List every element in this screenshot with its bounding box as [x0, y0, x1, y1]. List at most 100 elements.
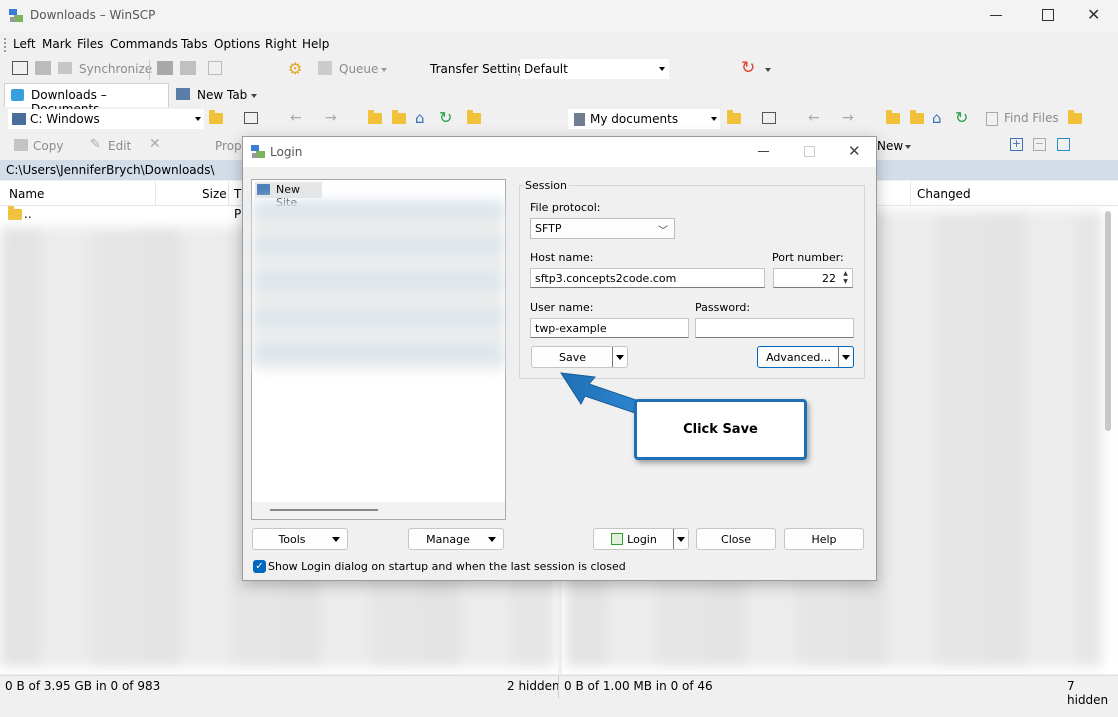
user-name-input[interactable]: twp-example [530, 318, 689, 338]
col-size-header[interactable]: Size [202, 187, 227, 201]
login-dialog: Login ✕ New Site Session File protocol: … [242, 136, 877, 581]
login-dropdown-icon[interactable] [673, 529, 688, 549]
filter-icon[interactable] [244, 112, 258, 124]
site-new-site[interactable]: New Site [255, 182, 322, 209]
refresh-remote-icon[interactable] [208, 61, 222, 75]
manage-button[interactable]: Manage [408, 528, 504, 550]
root-dir-icon[interactable] [910, 110, 924, 124]
callout-box: Click Save [634, 399, 807, 460]
site-tree[interactable]: New Site [251, 179, 506, 520]
maximize-icon[interactable] [1042, 9, 1054, 21]
refresh-icon[interactable]: ↻ [439, 108, 452, 127]
open-folder-icon[interactable] [209, 110, 223, 124]
expand-icon[interactable]: + [1010, 138, 1023, 151]
edit-icon[interactable]: ✎ [90, 137, 101, 152]
root-dir-icon[interactable] [392, 110, 406, 124]
bookmark-icon[interactable] [1068, 110, 1082, 124]
parent-dir-icon[interactable] [886, 110, 900, 124]
transfer-sync-icon[interactable]: ↻ [741, 58, 755, 78]
user-name-label: User name: [530, 301, 594, 314]
chevron-down-icon [711, 117, 717, 121]
delete-icon[interactable]: ✕ [149, 136, 161, 152]
preferences-gear-icon[interactable]: ⚙ [288, 59, 302, 78]
putty-icon[interactable] [180, 61, 196, 75]
left-hidden-count[interactable]: 2 hidden [507, 679, 560, 693]
queue-icon[interactable] [318, 61, 332, 75]
bookmark-icon[interactable] [467, 110, 481, 124]
new-dropdown-icon[interactable] [905, 145, 911, 149]
menu-help[interactable]: Help [302, 37, 329, 51]
back-arrow-icon[interactable]: ← [808, 110, 820, 126]
port-stepper[interactable]: ▲ ▼ [840, 270, 851, 286]
open-folder-icon[interactable] [727, 110, 741, 124]
close-icon[interactable]: ✕ [1087, 5, 1100, 24]
find-files-icon[interactable] [986, 112, 998, 126]
find-files-button[interactable]: Find Files [1004, 111, 1059, 125]
host-name-label: Host name: [530, 251, 594, 264]
new-button[interactable]: New [877, 139, 903, 153]
refresh-icon[interactable]: ↻ [955, 108, 968, 127]
menu-files[interactable]: Files [77, 37, 103, 51]
menu-tabs[interactable]: Tabs [181, 37, 208, 51]
home-icon[interactable]: ⌂ [415, 109, 425, 127]
login-app-icon [250, 144, 266, 160]
new-tab-icon [176, 88, 190, 100]
col-type-header[interactable]: T [234, 187, 241, 201]
parent-dir-icon[interactable] [368, 110, 382, 124]
synchronize-button[interactable]: Synchronize [79, 62, 152, 76]
show-login-checkbox[interactable]: ✓ [253, 560, 266, 573]
filter-icon[interactable] [762, 112, 776, 124]
right-scrollbar[interactable] [1105, 211, 1111, 431]
port-number-input[interactable]: 22 ▲ ▼ [773, 268, 853, 288]
queue-dropdown-icon[interactable] [381, 68, 387, 72]
minimize-icon[interactable] [758, 151, 769, 152]
synchronize-icon[interactable] [58, 62, 72, 74]
site-tree-hscroll-thumb[interactable] [270, 509, 378, 511]
help-button[interactable]: Help [784, 528, 864, 550]
minimize-icon[interactable] [990, 15, 1002, 16]
filter-view-icon[interactable] [1057, 138, 1070, 151]
advanced-dropdown-icon[interactable] [838, 347, 853, 367]
right-location-select[interactable]: My documents [568, 109, 720, 129]
advanced-button[interactable]: Advanced... [757, 346, 854, 368]
tools-button[interactable]: Tools [252, 528, 348, 550]
queue-button[interactable]: Queue [339, 62, 378, 76]
tab-downloads-documents[interactable]: Downloads – Documents [4, 83, 169, 116]
console-icon[interactable] [157, 61, 173, 75]
password-input[interactable] [695, 318, 854, 338]
copy-icon[interactable] [14, 139, 28, 151]
sync-browse-icon[interactable] [35, 61, 51, 75]
forward-arrow-icon[interactable]: → [325, 110, 337, 126]
back-arrow-icon[interactable]: ← [290, 110, 302, 126]
host-name-input[interactable]: sftp3.concepts2code.com [530, 268, 765, 288]
close-button[interactable]: Close [696, 528, 776, 550]
copy-button[interactable]: Copy [33, 139, 63, 153]
collapse-icon[interactable]: − [1033, 138, 1046, 151]
menu-right[interactable]: Right [265, 37, 297, 51]
forward-arrow-icon[interactable]: → [842, 110, 854, 126]
session-group-label: Session [523, 179, 569, 192]
left-drive-select[interactable]: C: Windows [8, 109, 204, 129]
properties-button[interactable]: Prop [215, 139, 242, 153]
close-icon[interactable]: ✕ [848, 142, 861, 160]
edit-button[interactable]: Edit [108, 139, 131, 153]
chevron-down-icon [195, 117, 201, 121]
menu-mark[interactable]: Mark [42, 37, 72, 51]
transfer-settings-select[interactable]: Default [520, 59, 669, 79]
menu-commands[interactable]: Commands [110, 37, 178, 51]
col-name-header[interactable]: Name [9, 187, 44, 201]
right-hidden-count[interactable]: 7 hidden [1067, 679, 1118, 707]
menu-options[interactable]: Options [214, 37, 260, 51]
save-dropdown-icon[interactable] [612, 347, 627, 367]
tab-new-tab[interactable]: New Tab [172, 83, 264, 107]
compare-icon[interactable] [12, 61, 28, 75]
file-protocol-select[interactable]: SFTP ﹀ [530, 218, 675, 239]
col-changed-header[interactable]: Changed [917, 187, 971, 201]
show-login-label[interactable]: Show Login dialog on startup and when th… [268, 560, 626, 573]
chevron-down-icon [488, 537, 496, 542]
transfer-sync-dropdown-icon[interactable] [765, 68, 771, 72]
home-icon[interactable]: ⌂ [932, 109, 942, 127]
new-site-icon [257, 184, 270, 195]
login-button[interactable]: Login [593, 528, 689, 550]
menu-left[interactable]: Left [13, 37, 36, 51]
